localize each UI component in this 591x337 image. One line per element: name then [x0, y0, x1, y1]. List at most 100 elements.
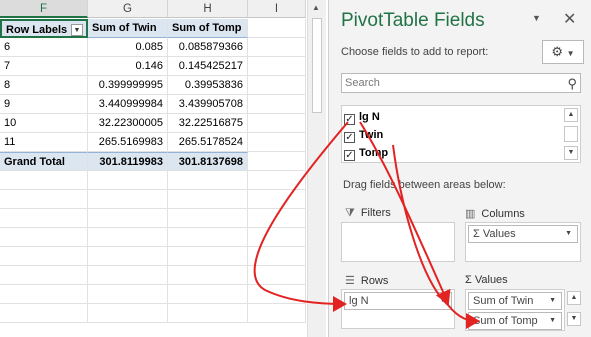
empty-cell[interactable] — [168, 209, 248, 228]
empty-cell[interactable] — [88, 228, 168, 247]
row-label-cell[interactable]: 6 — [0, 38, 88, 57]
empty-cell[interactable] — [248, 171, 306, 190]
empty-cell[interactable] — [0, 209, 88, 228]
chevron-down-icon[interactable]: ▼ — [565, 226, 572, 242]
pane-options-dropdown-icon[interactable]: ▼ — [532, 13, 541, 23]
empty-cell[interactable] — [248, 190, 306, 209]
empty-cell[interactable] — [0, 285, 88, 304]
checkbox-checked-icon[interactable]: ✓ — [344, 150, 355, 161]
empty-cell[interactable] — [168, 171, 248, 190]
sum-twin-header[interactable]: Sum of Twin — [88, 19, 168, 38]
scroll-up-icon[interactable]: ▲ — [564, 108, 578, 122]
sum-of-tomp-chip[interactable]: Sum of Tomp ▼ — [468, 312, 562, 330]
search-icon[interactable]: ⚲ — [567, 75, 577, 93]
field-item-tomp[interactable]: ✓ Tomp — [344, 144, 388, 162]
vertical-scrollbar[interactable]: ▲ — [307, 0, 326, 337]
tomp-cell[interactable]: 32.22516875 — [168, 114, 248, 133]
empty-cell[interactable] — [0, 190, 88, 209]
columns-drop-area[interactable]: Σ Values ▼ — [465, 222, 581, 262]
tomp-cell[interactable]: 265.5178524 — [168, 133, 248, 152]
empty-cell[interactable] — [0, 228, 88, 247]
chevron-down-icon[interactable]: ▼ — [439, 293, 446, 309]
search-input[interactable]: Search ⚲ — [341, 73, 581, 93]
empty-cell[interactable] — [168, 304, 248, 323]
scroll-down-icon[interactable]: ▼ — [564, 146, 578, 160]
row-label-cell[interactable]: 7 — [0, 57, 88, 76]
empty-cell[interactable] — [168, 190, 248, 209]
checkbox-checked-icon[interactable]: ✓ — [344, 132, 355, 143]
column-header-g[interactable]: G — [88, 0, 168, 18]
empty-cell[interactable] — [88, 285, 168, 304]
values-drop-area[interactable]: Sum of Twin ▼ Sum of Tomp ▼ — [465, 289, 565, 331]
row-label-cell[interactable]: 8 — [0, 76, 88, 95]
column-header-i[interactable]: I — [248, 0, 306, 18]
scrollbar-thumb[interactable] — [312, 18, 322, 113]
empty-cell[interactable] — [168, 285, 248, 304]
empty-cell[interactable] — [168, 247, 248, 266]
empty-cell[interactable] — [248, 38, 306, 57]
scroll-up-icon[interactable]: ▲ — [567, 291, 581, 305]
empty-cell[interactable] — [248, 152, 306, 171]
twin-cell[interactable]: 0.399999995 — [88, 76, 168, 95]
twin-cell[interactable]: 0.146 — [88, 57, 168, 76]
rows-drop-area[interactable]: lg N ▼ — [341, 289, 455, 329]
empty-cell[interactable] — [248, 304, 306, 323]
row-labels-header[interactable]: Row Labels ▼ — [0, 19, 88, 38]
grand-total-twin[interactable]: 301.8119983 — [88, 152, 168, 171]
filter-dropdown-icon[interactable]: ▼ — [71, 24, 83, 36]
empty-cell[interactable] — [0, 171, 88, 190]
field-list-scroll-thumb[interactable] — [564, 126, 578, 142]
empty-cell[interactable] — [248, 19, 306, 38]
chevron-down-icon[interactable]: ▼ — [549, 313, 556, 329]
scroll-down-icon[interactable]: ▼ — [567, 312, 581, 326]
tools-gear-button[interactable]: ⚙ ▼ — [542, 40, 584, 64]
grand-total-tomp[interactable]: 301.8137698 — [168, 152, 248, 171]
empty-cell[interactable] — [0, 304, 88, 323]
empty-cell[interactable] — [88, 266, 168, 285]
empty-cell[interactable] — [248, 76, 306, 95]
empty-cell[interactable] — [248, 114, 306, 133]
field-item-lgn[interactable]: ✓ lg N — [344, 108, 380, 126]
field-item-twin[interactable]: ✓ Twin — [344, 126, 383, 144]
sum-of-twin-chip[interactable]: Sum of Twin ▼ — [468, 292, 562, 310]
columns-values-chip[interactable]: Σ Values ▼ — [468, 225, 578, 243]
tomp-cell[interactable]: 0.145425217 — [168, 57, 248, 76]
empty-cell[interactable] — [248, 266, 306, 285]
empty-cell[interactable] — [248, 57, 306, 76]
empty-cell[interactable] — [88, 171, 168, 190]
checkbox-checked-icon[interactable]: ✓ — [344, 114, 355, 125]
row-label-cell[interactable]: 9 — [0, 95, 88, 114]
empty-cell[interactable] — [88, 190, 168, 209]
tomp-cell[interactable]: 3.439905708 — [168, 95, 248, 114]
row-label-cell[interactable]: 11 — [0, 133, 88, 152]
empty-cell[interactable] — [0, 266, 88, 285]
empty-cell[interactable] — [88, 209, 168, 228]
tomp-cell[interactable]: 0.39953836 — [168, 76, 248, 95]
scroll-up-icon[interactable]: ▲ — [312, 3, 320, 12]
empty-cell[interactable] — [248, 209, 306, 228]
empty-cell[interactable] — [248, 228, 306, 247]
filters-drop-area[interactable] — [341, 222, 455, 262]
twin-cell[interactable]: 3.440999984 — [88, 95, 168, 114]
empty-cell[interactable] — [0, 247, 88, 266]
sum-tomp-header[interactable]: Sum of Tomp — [168, 19, 248, 38]
column-header-h[interactable]: H — [168, 0, 248, 18]
empty-cell[interactable] — [248, 133, 306, 152]
tomp-cell[interactable]: 0.085879366 — [168, 38, 248, 57]
twin-cell[interactable]: 265.5169983 — [88, 133, 168, 152]
empty-cell[interactable] — [168, 228, 248, 247]
empty-cell[interactable] — [88, 247, 168, 266]
column-header-f[interactable]: F — [0, 0, 88, 18]
empty-cell[interactable] — [248, 95, 306, 114]
empty-cell[interactable] — [248, 247, 306, 266]
grand-total-label[interactable]: Grand Total — [0, 152, 88, 171]
twin-cell[interactable]: 32.22300005 — [88, 114, 168, 133]
row-label-cell[interactable]: 10 — [0, 114, 88, 133]
close-icon[interactable]: ✕ — [563, 9, 576, 29]
rows-lgn-chip[interactable]: lg N ▼ — [344, 292, 452, 310]
empty-cell[interactable] — [88, 304, 168, 323]
twin-cell[interactable]: 0.085 — [88, 38, 168, 57]
chevron-down-icon[interactable]: ▼ — [549, 293, 556, 309]
empty-cell[interactable] — [168, 266, 248, 285]
empty-cell[interactable] — [248, 285, 306, 304]
